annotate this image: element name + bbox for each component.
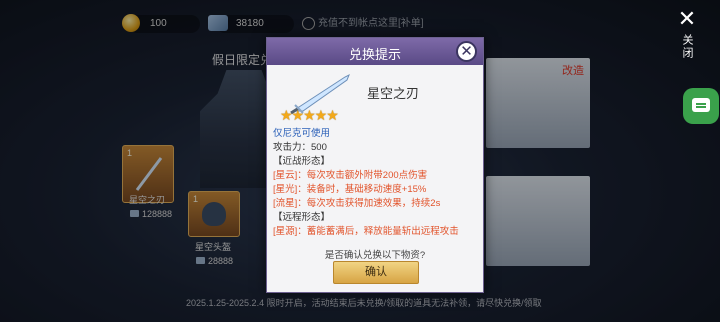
- star-rating: ★★★★★: [280, 107, 339, 123]
- close-page-button[interactable]: ✕ 关闭: [674, 6, 700, 61]
- exchange-dialog: 兑换提示 ✕ 星空之刃 ★★★★★ 仅尼克可使用 攻击力：500 【近战形态】 …: [266, 37, 484, 293]
- melee-line: [流星]：每次攻击获得加速效果，持续2s: [273, 198, 441, 209]
- dialog-body: 星空之刃 ★★★★★ 仅尼克可使用 攻击力：500 【近战形态】 [星云]：每次…: [267, 65, 483, 292]
- ranged-line: [星源]：蓄能蓄满后，释放能量斩出远程攻击: [273, 226, 459, 237]
- usable-by: 仅尼克可使用: [273, 128, 331, 139]
- chat-float-button[interactable]: [683, 88, 719, 124]
- close-icon: ✕: [677, 6, 697, 31]
- confirm-button[interactable]: 确认: [333, 261, 419, 284]
- ranged-header: 【远程形态】: [273, 212, 331, 223]
- attack-stat: 攻击力：500: [273, 142, 327, 153]
- close-icon: ✕: [460, 43, 473, 60]
- melee-line: [星光]：装备时，基础移动速度+15%: [273, 184, 427, 195]
- melee-line: [星云]：每次攻击额外附带200点伤害: [273, 170, 428, 181]
- melee-header: 【近战形态】: [273, 156, 331, 167]
- dialog-header: 兑换提示 ✕: [267, 38, 483, 65]
- dialog-close-button[interactable]: ✕: [456, 41, 477, 62]
- item-name: 星空之刃: [367, 86, 420, 101]
- dialog-title: 兑换提示: [348, 47, 401, 62]
- chat-icon: [692, 98, 710, 112]
- close-label: 关闭: [681, 34, 693, 60]
- item-description: 仅尼克可使用 攻击力：500 【近战形态】 [星云]：每次攻击额外附带200点伤…: [273, 127, 477, 237]
- confirm-question: 是否确认兑换以下物资?: [324, 250, 426, 261]
